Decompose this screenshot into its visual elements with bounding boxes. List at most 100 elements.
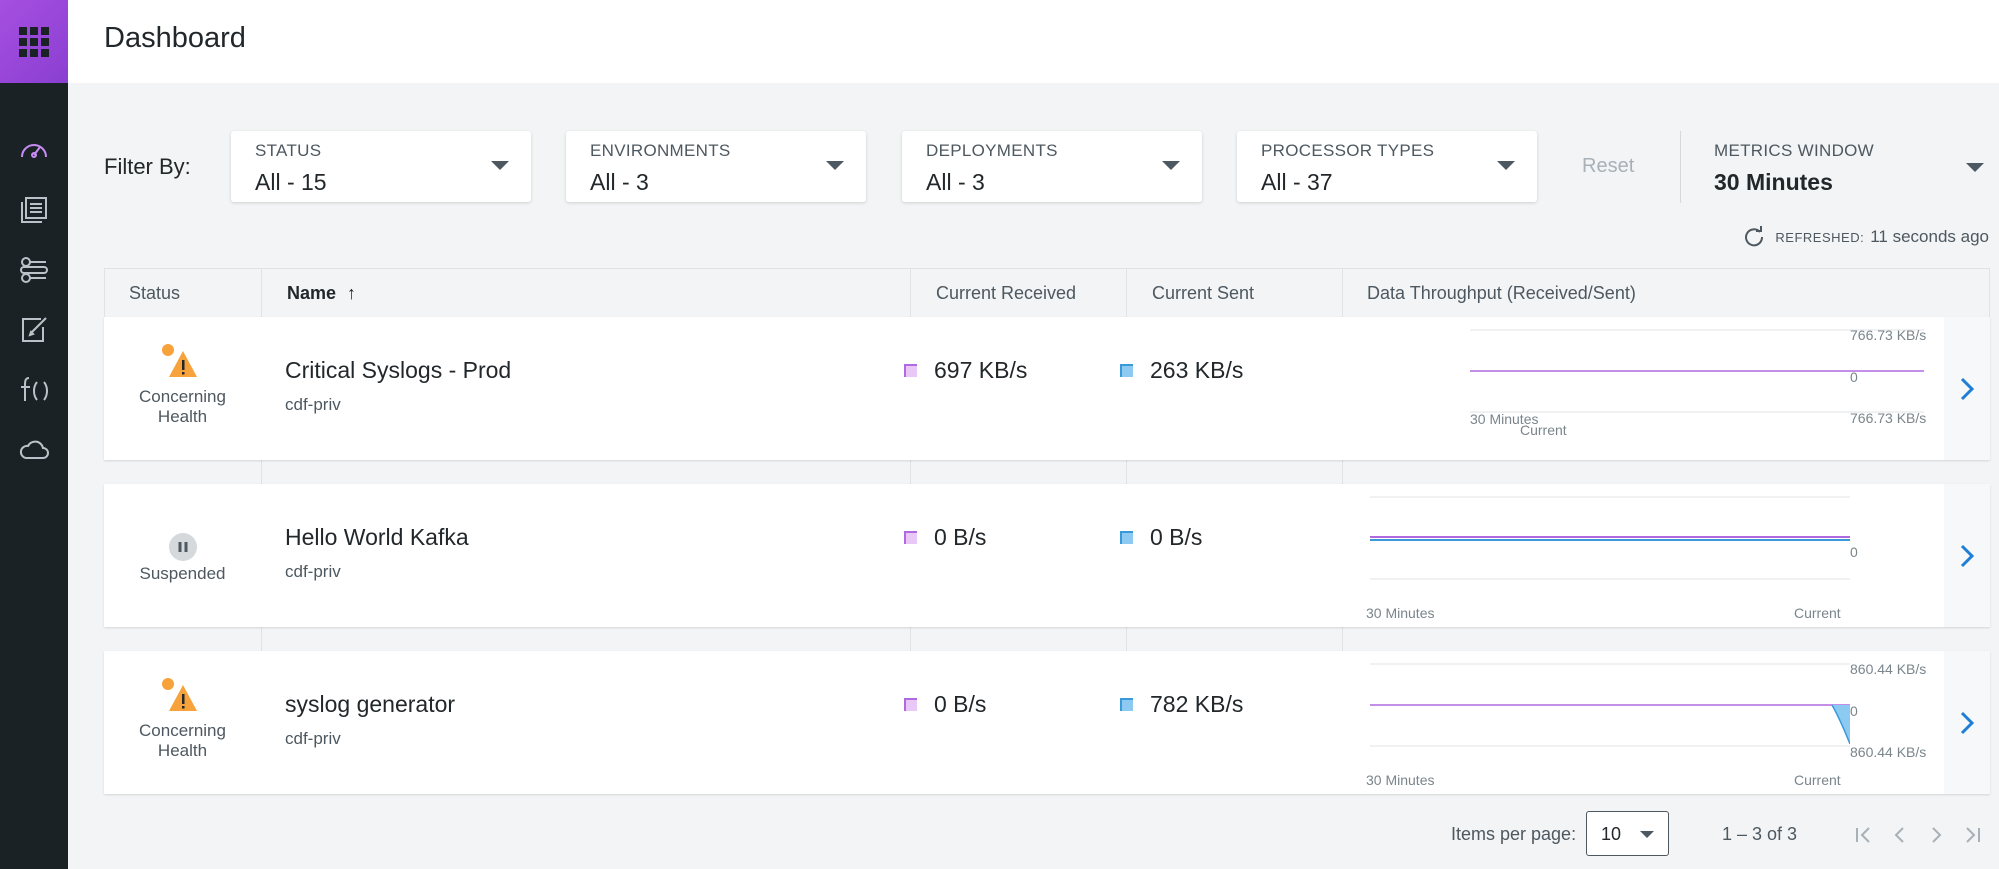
- received-legend-swatch: [904, 364, 917, 377]
- status-label-line1: Concerning: [139, 721, 226, 740]
- current-received-value: 0 B/s: [934, 691, 987, 717]
- edit-icon: [22, 317, 47, 342]
- current-received: 0 B/s: [904, 524, 986, 551]
- filter-by-label: Filter By:: [104, 154, 191, 179]
- chart-zero-label: 0: [1850, 369, 1858, 385]
- refreshed-label: REFRESHED:: [1775, 229, 1865, 245]
- status-cell: Concerning Health: [104, 317, 261, 460]
- table-row[interactable]: Suspended Hello World Kafka cdf-priv 0 B…: [104, 484, 1990, 627]
- current-sent-value: 0 B/s: [1150, 524, 1203, 550]
- row-details-button[interactable]: [1944, 651, 1990, 794]
- flow-name[interactable]: Critical Syslogs - Prod: [285, 357, 511, 384]
- resources-icon: [20, 257, 48, 283]
- app-launcher-button[interactable]: [0, 0, 68, 83]
- row-details-button[interactable]: [1944, 484, 1990, 627]
- first-page-icon: [1856, 827, 1870, 843]
- current-sent-value: 263 KB/s: [1150, 357, 1244, 383]
- sidebar-item-cloud[interactable]: [10, 428, 58, 472]
- dashboard-gauge-icon: [21, 144, 47, 158]
- column-header-current-received[interactable]: Current Received: [936, 283, 1076, 304]
- chart-y-min-label: 766.73 KB/s: [1850, 410, 1927, 426]
- column-header-status[interactable]: Status: [129, 283, 180, 304]
- environments-filter-value: All - 3: [590, 169, 649, 195]
- chevron-down-icon: [1162, 161, 1180, 170]
- metrics-window-label: METRICS WINDOW: [1714, 141, 1875, 160]
- column-header-name[interactable]: Name ↑: [287, 283, 356, 304]
- refresh-status: REFRESHED: 11 seconds ago: [1743, 226, 1989, 248]
- throughput-chart: [1370, 496, 1850, 580]
- chevron-right-icon: [1960, 377, 1975, 400]
- items-per-page-label: Items per page:: [1451, 824, 1577, 844]
- sidebar-item-resources[interactable]: [10, 248, 58, 292]
- chart-y-min-label: 860.44 KB/s: [1850, 744, 1927, 760]
- chart-zero-label: 0: [1850, 544, 1858, 560]
- first-page-button[interactable]: [1849, 820, 1879, 850]
- deployments-filter-value: All - 3: [926, 169, 985, 195]
- metrics-window-value: 30 Minutes: [1714, 169, 1833, 195]
- last-page-button[interactable]: [1957, 820, 1987, 850]
- received-legend-swatch: [904, 698, 917, 711]
- table-header: Status Name ↑ Current Received Current S…: [104, 268, 1990, 317]
- chart-x-start-label: 30 Minutes: [1366, 772, 1435, 788]
- cloud-icon: [19, 440, 49, 459]
- next-page-button[interactable]: [1921, 820, 1951, 850]
- chart-zero-label: 0: [1850, 703, 1858, 719]
- processor-types-filter-label: PROCESSOR TYPES: [1261, 141, 1435, 160]
- processor-types-filter-value: All - 37: [1261, 169, 1333, 195]
- column-header-name-label: Name: [287, 283, 337, 303]
- previous-page-button[interactable]: [1885, 820, 1915, 850]
- chevron-right-icon: [1960, 544, 1975, 567]
- chart-y-max-label: 766.73 KB/s: [1850, 327, 1927, 343]
- processor-types-filter[interactable]: PROCESSOR TYPES All - 37: [1237, 131, 1537, 202]
- current-received: 697 KB/s: [904, 357, 1027, 384]
- chevron-down-icon: [1497, 161, 1515, 170]
- status-label-line2: Health: [157, 407, 208, 426]
- row-details-button[interactable]: [1944, 317, 1990, 460]
- divider: [1680, 131, 1681, 203]
- flow-name[interactable]: Hello World Kafka: [285, 524, 469, 551]
- sidebar-item-edit[interactable]: [10, 308, 58, 352]
- concerning-health-warning-icon: [162, 344, 197, 377]
- current-sent: 263 KB/s: [1120, 357, 1243, 384]
- sent-legend-swatch: [1120, 531, 1133, 544]
- deployments-filter[interactable]: DEPLOYMENTS All - 3: [902, 131, 1202, 202]
- sidebar-item-dashboard[interactable]: [10, 128, 58, 172]
- flow-name[interactable]: syslog generator: [285, 691, 455, 718]
- flow-environment: cdf-priv: [285, 729, 341, 748]
- status-cell: Suspended: [104, 484, 261, 627]
- status-filter[interactable]: STATUS All - 15: [231, 131, 531, 202]
- status-label-line1: Concerning: [139, 387, 226, 406]
- sidebar-item-catalog[interactable]: [10, 188, 58, 232]
- refresh-icon[interactable]: [1743, 226, 1765, 248]
- flow-environment: cdf-priv: [285, 562, 341, 581]
- current-sent: 782 KB/s: [1120, 691, 1243, 718]
- chevron-left-icon: [1894, 827, 1904, 843]
- received-legend-swatch: [904, 531, 917, 544]
- chevron-down-icon: [1640, 831, 1654, 838]
- flow-environment: cdf-priv: [285, 395, 341, 414]
- sidebar-item-functions[interactable]: [10, 368, 58, 412]
- chevron-right-icon: [1960, 711, 1975, 734]
- chart-x-end-label: Current: [1794, 772, 1841, 788]
- functions-icon: [21, 377, 48, 401]
- top-bar: Dashboard: [68, 0, 1999, 83]
- throughput-chart: [1470, 329, 1924, 413]
- metrics-window-select[interactable]: METRICS WINDOW 30 Minutes: [1714, 131, 1984, 202]
- sort-ascending-icon: ↑: [347, 283, 357, 303]
- current-received-value: 0 B/s: [934, 524, 987, 550]
- chart-x-end-label: Current: [1794, 605, 1841, 621]
- sent-legend-swatch: [1120, 364, 1133, 377]
- items-per-page-select[interactable]: 10: [1586, 811, 1669, 856]
- column-header-data-throughput[interactable]: Data Throughput (Received/Sent): [1367, 283, 1636, 304]
- chevron-down-icon: [1966, 163, 1984, 172]
- environments-filter-label: ENVIRONMENTS: [590, 141, 731, 160]
- environments-filter[interactable]: ENVIRONMENTS All - 3: [566, 131, 866, 202]
- current-sent-value: 782 KB/s: [1150, 691, 1244, 717]
- table-row[interactable]: Concerning Health syslog generator cdf-p…: [104, 651, 1990, 794]
- concerning-health-warning-icon: [162, 678, 197, 711]
- column-header-current-sent[interactable]: Current Sent: [1152, 283, 1254, 304]
- reset-button[interactable]: Reset: [1582, 155, 1634, 178]
- page-title: Dashboard: [104, 22, 246, 54]
- table-row[interactable]: Concerning Health Critical Syslogs - Pro…: [104, 317, 1990, 460]
- catalog-icon: [21, 197, 47, 223]
